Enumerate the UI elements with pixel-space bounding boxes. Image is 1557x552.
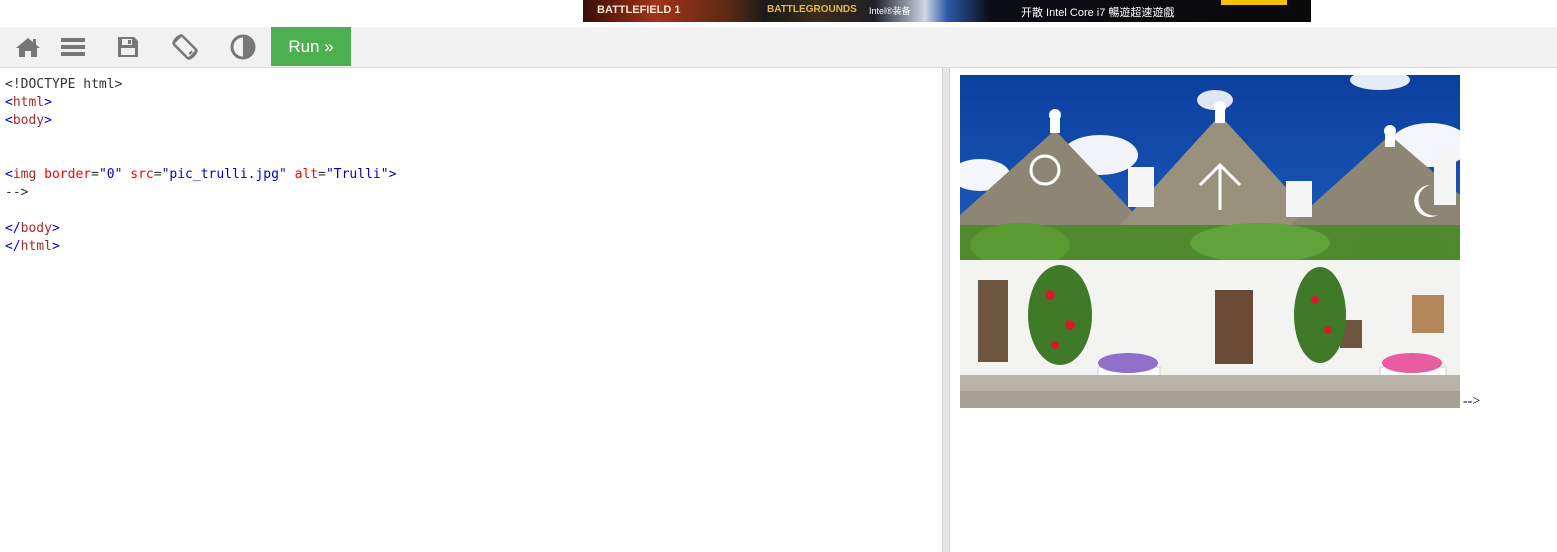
code-val-border: "0" xyxy=(98,167,123,182)
code-body-close-name: body xyxy=(20,221,52,236)
ad-text-battlegrounds: BATTLEGROUNDS xyxy=(767,4,857,15)
code-editor[interactable]: <!DOCTYPE html> <html> <body> <img borde… xyxy=(0,68,942,552)
run-button[interactable]: Run » xyxy=(271,27,351,66)
code-attr-alt: alt xyxy=(294,167,319,182)
contrast-icon xyxy=(230,34,256,60)
rotate-icon xyxy=(172,34,198,60)
code-html-close-name: html xyxy=(20,239,52,254)
menu-icon xyxy=(61,38,85,56)
trulli-image xyxy=(960,75,1460,408)
ad-cta-button[interactable] xyxy=(1221,0,1287,5)
editor-toolbar: Run » xyxy=(0,27,1557,68)
code-body-open-name: body xyxy=(12,113,45,128)
home-icon xyxy=(16,38,40,57)
ad-text-battlefield: BATTLEFIELD 1 xyxy=(597,4,681,16)
rotate-button[interactable] xyxy=(157,27,213,67)
result-trailing-text: --> xyxy=(1463,394,1481,409)
code-attr-border: border xyxy=(44,167,92,182)
code-line-doctype: <!DOCTYPE html> xyxy=(5,77,123,92)
ad-text-slogan: 开散 Intel Core i7 暢遊超速遊戲 xyxy=(1021,7,1175,19)
code-text[interactable]: <!DOCTYPE html> <html> <body> <img borde… xyxy=(0,68,942,256)
code-val-src: "pic_trulli.jpg" xyxy=(161,167,287,182)
save-icon xyxy=(118,37,138,57)
code-val-alt: "Trulli" xyxy=(325,167,389,182)
code-attr-src: src xyxy=(130,167,154,182)
save-button[interactable] xyxy=(100,27,156,67)
ad-text-intel: Intel®装备 xyxy=(869,6,911,16)
code-comment-close: --> xyxy=(5,185,29,200)
ad-strip: BATTLEFIELD 1 BATTLEGROUNDS Intel®装备 开散 … xyxy=(0,0,1557,27)
ad-banner[interactable]: BATTLEFIELD 1 BATTLEGROUNDS Intel®装备 开散 … xyxy=(583,0,1311,22)
pane-divider[interactable] xyxy=(942,68,950,552)
theme-button[interactable] xyxy=(215,27,271,67)
result-pane: --> xyxy=(951,68,1557,552)
code-html-open-name: html xyxy=(12,95,45,110)
menu-button[interactable] xyxy=(45,27,101,67)
code-img-name: img xyxy=(12,167,37,182)
